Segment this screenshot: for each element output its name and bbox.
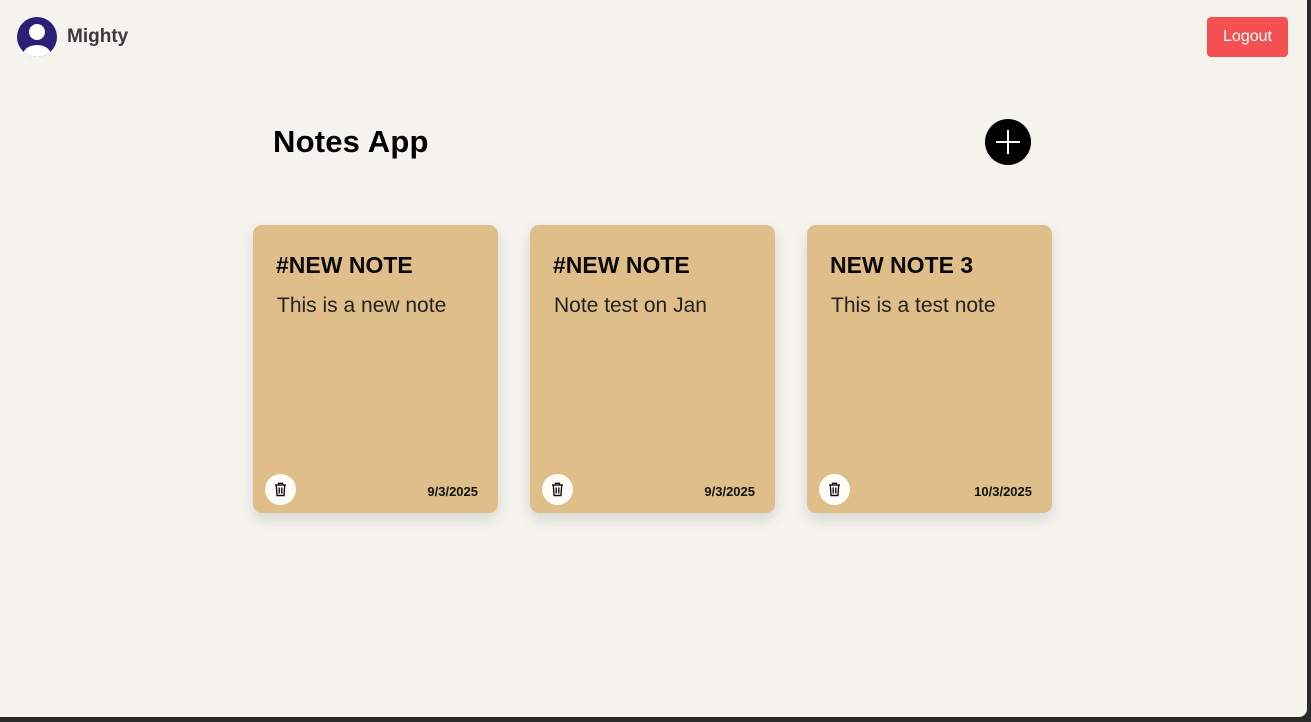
note-body: This is a test note [831,294,996,317]
delete-note-button[interactable] [542,474,573,505]
header: Mighty Logout [0,0,1307,72]
note-card[interactable]: NEW NOTE 3 This is a test note 10/3/2025 [807,225,1052,513]
trash-icon [542,474,573,505]
username: Mighty [67,26,129,47]
delete-note-button[interactable] [819,474,850,505]
plus-icon [985,119,1031,165]
note-date: 9/3/2025 [427,484,478,499]
note-card[interactable]: #NEW NOTE Note test on Jan 9/3/2025 [530,225,775,513]
note-title: #NEW NOTE [276,252,413,278]
delete-note-button[interactable] [265,474,296,505]
trash-icon [819,474,850,505]
app-page: Mighty Logout Notes App #NEW NOTE This i… [0,0,1307,717]
note-date: 10/3/2025 [974,484,1032,499]
note-title: #NEW NOTE [553,252,690,278]
add-note-button[interactable] [985,119,1031,165]
user-avatar-icon[interactable] [17,17,57,57]
logout-button[interactable]: Logout [1207,17,1288,57]
page-title: Notes App [273,124,429,159]
note-body: This is a new note [277,294,447,317]
note-date: 9/3/2025 [704,484,755,499]
note-card[interactable]: #NEW NOTE This is a new note 9/3/2025 [253,225,498,513]
trash-icon [265,474,296,505]
note-title: NEW NOTE 3 [830,252,974,278]
note-body: Note test on Jan [554,294,707,317]
notes-list: #NEW NOTE This is a new note 9/3/2025 #N… [253,225,1052,513]
